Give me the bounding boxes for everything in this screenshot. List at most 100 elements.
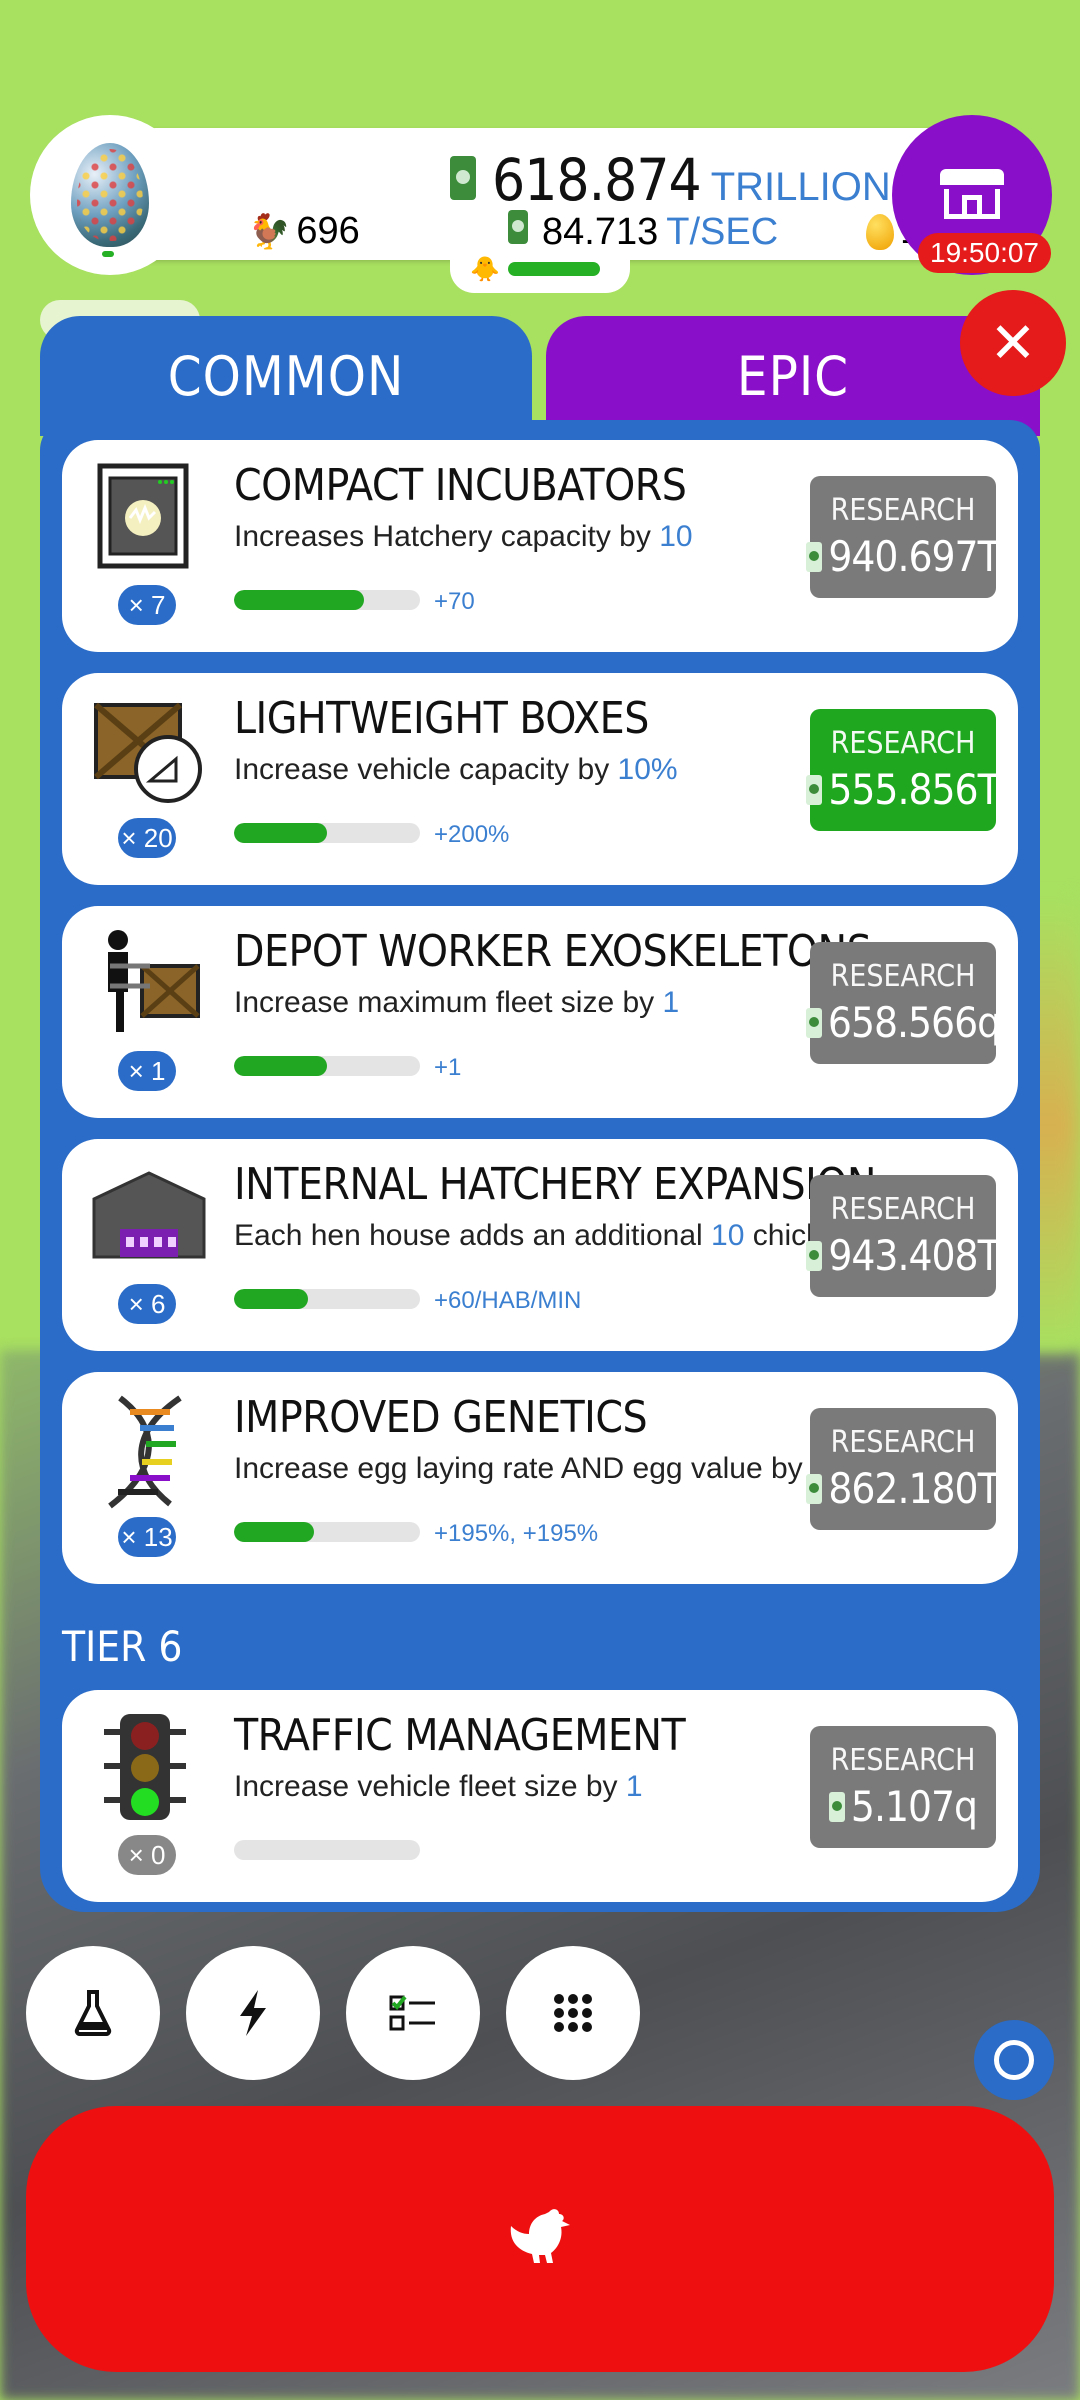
- research-card: × 20 LIGHTWEIGHT BOXES Increase vehicle …: [62, 673, 1018, 885]
- hatch-chicken-button[interactable]: [26, 2106, 1054, 2372]
- research-buy-button[interactable]: RESEARCH 940.697T: [806, 476, 1001, 598]
- research-description: Increase vehicle capacity by 10%: [234, 753, 678, 786]
- research-cost: 5.107q: [828, 1782, 978, 1831]
- close-icon: ✕: [989, 311, 1037, 374]
- research-card: × 1 DEPOT WORKER EXOSKELETONS Increase m…: [62, 906, 1018, 1118]
- research-title: IMPROVED GENETICS: [234, 1392, 648, 1443]
- research-bonus: +70: [434, 588, 475, 615]
- shop-icon: [940, 169, 1004, 221]
- egg-indicator: [102, 251, 114, 257]
- research-bonus: +195%, +195%: [434, 1520, 599, 1547]
- menu-grid-icon: [554, 1994, 592, 2032]
- top-status-bar: 618.874 TRILLION 🐓 696 84.713 T/SEC 148 …: [30, 115, 1052, 293]
- research-progress-bar: [234, 823, 420, 843]
- level-badge: × 20: [118, 818, 176, 858]
- tier-label: TIER 6: [62, 1622, 183, 1671]
- tab-common[interactable]: COMMON: [40, 316, 532, 436]
- chicken-count-value: 696: [296, 210, 360, 252]
- research-bonus: +60/HAB/MIN: [434, 1287, 582, 1314]
- chick-icon: 🐥: [470, 255, 500, 283]
- menu-button[interactable]: [506, 1946, 640, 2080]
- boost-button[interactable]: [186, 1946, 320, 2080]
- boost-lightning-icon: [240, 1990, 266, 2036]
- research-card: × 7 COMPACT INCUBATORS Increases Hatcher…: [62, 440, 1018, 652]
- research-card: × 13 IMPROVED GENETICS Increase egg layi…: [62, 1372, 1018, 1584]
- research-button-label: RESEARCH: [830, 959, 976, 994]
- close-button[interactable]: ✕: [960, 290, 1066, 396]
- level-badge: × 7: [118, 585, 176, 625]
- research-cost: 862.180T: [806, 1464, 1001, 1513]
- chicken-icon: [510, 2209, 570, 2263]
- research-bonus: +200%: [434, 821, 510, 848]
- traffic-light-icon: [90, 1710, 200, 1828]
- research-cost: 658.566q: [805, 998, 1001, 1047]
- research-progress-bar: [234, 1840, 420, 1860]
- level-badge: × 0: [118, 1835, 176, 1875]
- chicken-icon: 🐓: [248, 212, 291, 251]
- boxes-icon: [90, 693, 202, 811]
- hatch-progress-bar: [507, 262, 600, 276]
- research-title: INTERNAL HATCHERY EXPANSION: [234, 1159, 877, 1210]
- research-buy-button[interactable]: RESEARCH 862.180T: [806, 1408, 1001, 1530]
- cash-icon-small: [508, 210, 528, 244]
- missions-checklist-icon: [389, 1995, 435, 2031]
- level-badge: × 1: [118, 1051, 176, 1091]
- money-value: 618.874: [492, 146, 702, 214]
- research-title: COMPACT INCUBATORS: [234, 460, 687, 511]
- research-button-label: RESEARCH: [830, 493, 976, 528]
- hen-house-icon: [90, 1159, 206, 1277]
- research-button-label: RESEARCH: [830, 1743, 976, 1778]
- cash-icon: [806, 541, 823, 572]
- level-badge: × 6: [118, 1284, 176, 1324]
- research-button[interactable]: [26, 1946, 160, 2080]
- research-title: TRAFFIC MANAGEMENT: [234, 1710, 686, 1761]
- research-flask-icon: [74, 1990, 112, 2036]
- research-cost: 555.856T: [806, 765, 1001, 814]
- egg-type-button[interactable]: [30, 115, 190, 275]
- cash-icon: [806, 1473, 823, 1504]
- money-display: 618.874 TRILLION: [450, 146, 891, 214]
- research-buy-button[interactable]: RESEARCH 5.107q: [810, 1726, 996, 1848]
- research-button-label: RESEARCH: [830, 726, 976, 761]
- hatch-progress: 🐥: [450, 245, 630, 293]
- missions-button[interactable]: [346, 1946, 480, 2080]
- cash-icon: [828, 1791, 845, 1822]
- research-bonus: +1: [434, 1054, 462, 1081]
- rate-unit: T/SEC: [666, 211, 779, 253]
- research-card: × 6 INTERNAL HATCHERY EXPANSION Each hen…: [62, 1139, 1018, 1351]
- egg-icon: [71, 143, 149, 247]
- research-buy-button[interactable]: RESEARCH 943.408T: [806, 1175, 1001, 1297]
- research-card: × 0 TRAFFIC MANAGEMENT Increase vehicle …: [62, 1690, 1018, 1902]
- ring-icon: [994, 2040, 1034, 2080]
- research-progress-bar: [234, 1522, 420, 1542]
- research-cost: 940.697T: [806, 532, 1001, 581]
- research-description: Increase vehicle fleet size by 1: [234, 1770, 643, 1803]
- level-badge: × 13: [118, 1517, 176, 1557]
- dna-icon: [90, 1392, 200, 1510]
- exoskeleton-icon: [90, 926, 200, 1044]
- research-description: Increase maximum fleet size by 1: [234, 986, 680, 1019]
- camera-reset-button[interactable]: [974, 2020, 1054, 2100]
- cash-icon: [806, 774, 823, 805]
- incubator-icon: [90, 460, 200, 578]
- chicken-count: 🐓 696: [248, 210, 360, 253]
- research-title: LIGHTWEIGHT BOXES: [234, 693, 649, 744]
- cash-icon: [450, 156, 476, 200]
- research-progress-bar: [234, 590, 420, 610]
- stats-pill: 618.874 TRILLION 🐓 696 84.713 T/SEC 148: [90, 128, 1000, 260]
- research-description: Increase egg laying rate AND egg value b…: [234, 1452, 871, 1485]
- money-unit: TRILLION: [710, 165, 891, 209]
- cash-icon: [806, 1240, 823, 1271]
- cash-icon: [805, 1007, 822, 1038]
- research-buy-button[interactable]: RESEARCH 658.566q: [805, 942, 1001, 1064]
- golden-egg-icon: [866, 213, 894, 250]
- shop-timer: 19:50:07: [918, 233, 1051, 273]
- research-cost: 943.408T: [806, 1231, 1001, 1280]
- research-button-label: RESEARCH: [830, 1425, 976, 1460]
- research-progress-bar: [234, 1056, 420, 1076]
- research-buy-button[interactable]: RESEARCH 555.856T: [806, 709, 1001, 831]
- research-title: DEPOT WORKER EXOSKELETONS: [234, 926, 872, 977]
- research-progress-bar: [234, 1289, 420, 1309]
- research-description: Increases Hatchery capacity by 10: [234, 520, 693, 553]
- research-button-label: RESEARCH: [830, 1192, 976, 1227]
